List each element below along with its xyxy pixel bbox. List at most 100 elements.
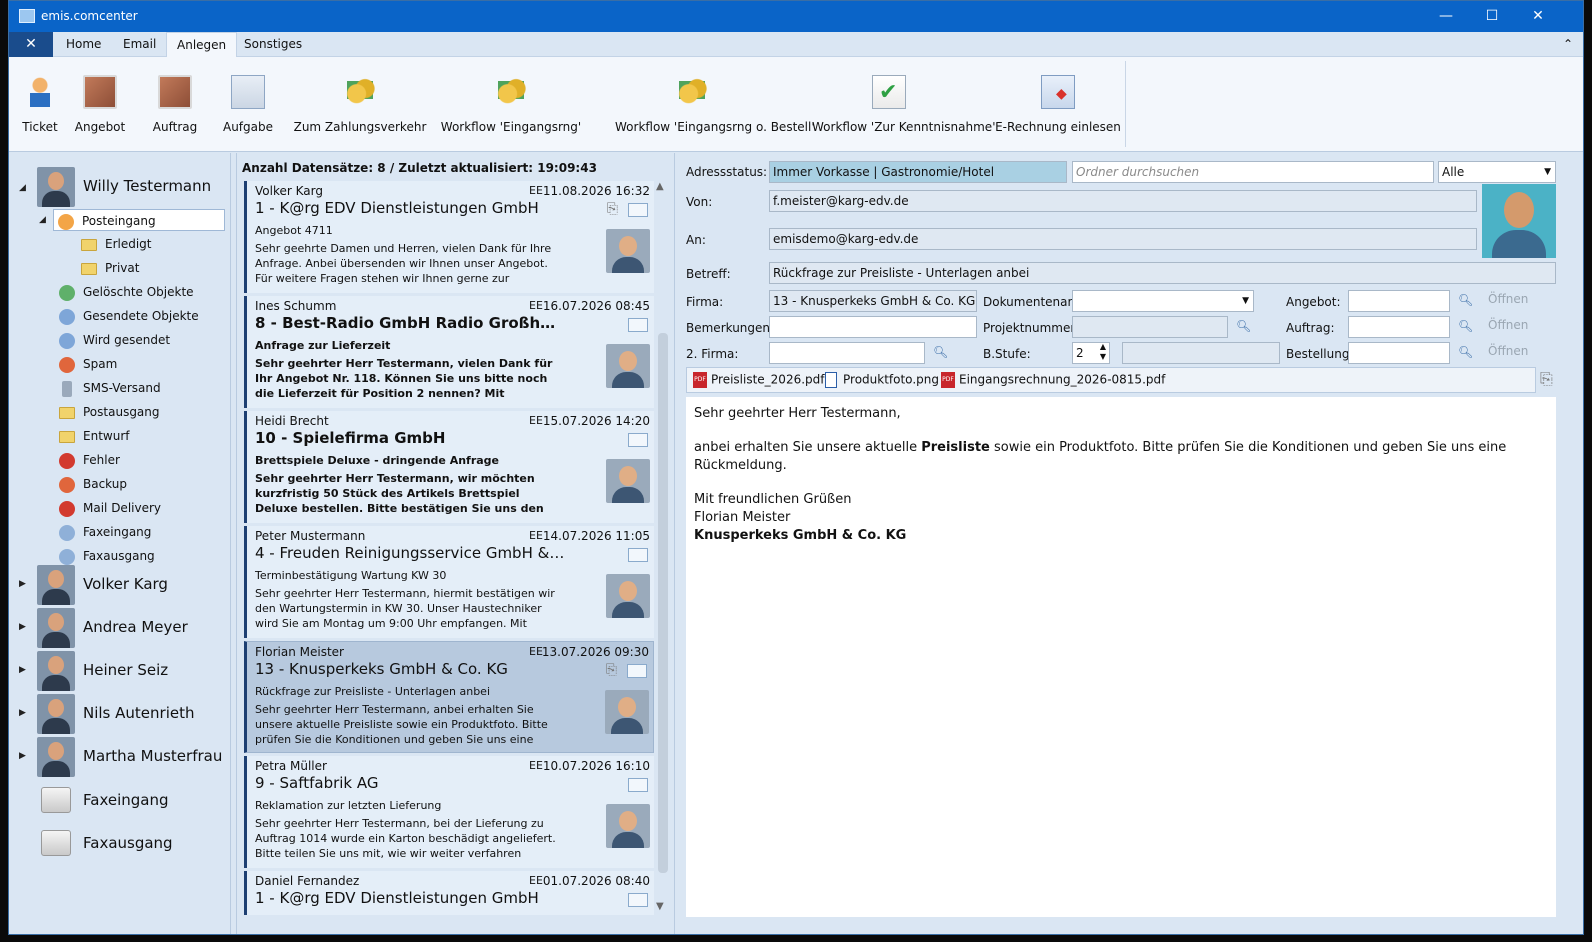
minimize-button[interactable]: — (1423, 1, 1469, 32)
filter-select[interactable]: Alle ▼ (1438, 161, 1556, 183)
search-icon[interactable]: 🔍︎ (1458, 345, 1473, 359)
sender-avatar (606, 459, 650, 503)
avatar (37, 608, 75, 648)
collapse-ribbon-icon[interactable]: ⌃ (1563, 37, 1573, 51)
tree-item-spam[interactable]: Spam (59, 353, 117, 375)
tree-item-wird-gesendet[interactable]: Wird gesendet (59, 329, 170, 351)
tree-item-backup[interactable]: Backup (59, 473, 127, 495)
tree-user-volker[interactable]: Volker Karg (37, 565, 227, 605)
scroll-up-icon[interactable]: ▲ (656, 181, 664, 192)
search-icon[interactable]: 🔍︎ (1458, 319, 1473, 333)
envelope-icon (628, 893, 648, 907)
avatar (37, 651, 75, 691)
search-icon[interactable]: 🔍︎ (933, 345, 948, 359)
folder-tree: ◢ Willy Testermann ◢ Posteingang Erledig… (9, 153, 230, 934)
search-icon[interactable]: 🔍︎ (1458, 293, 1473, 307)
mail-list-item[interactable]: Florian Meister EE 13.07.2026 09:30 13 - Kn… (244, 641, 654, 753)
title-bar: emis.comcenter — ☐ ✕ (9, 1, 1583, 32)
tree-item-entwurf[interactable]: Entwurf (59, 425, 129, 447)
tab-anlegen[interactable]: Anlegen (166, 32, 238, 57)
task-button[interactable]: Aufgabe (223, 75, 273, 135)
tree-item-fehler[interactable]: Fehler (59, 449, 120, 471)
expand-icon[interactable]: ▶ (19, 665, 26, 675)
splitter-left[interactable] (230, 153, 237, 934)
bemerkungen-input[interactable] (769, 316, 977, 338)
tree-item-faxausgang[interactable]: Faxausgang (59, 545, 155, 567)
close-button[interactable]: ✕ (1515, 1, 1561, 32)
expand-icon[interactable]: ▶ (19, 622, 26, 632)
splitter-right[interactable] (674, 153, 682, 934)
tree-item-faxeingang[interactable]: Faxeingang (59, 521, 151, 543)
scrollbar-thumb[interactable] (658, 333, 668, 873)
mail-from: Heidi Brecht (255, 414, 329, 428)
tree-item-sms[interactable]: SMS-Versand (59, 377, 161, 399)
auftrag-open-button[interactable]: Öffnen (1488, 318, 1528, 332)
chevron-down-icon: ▼ (1242, 296, 1249, 306)
tree-user-martha[interactable]: Martha Musterfrau (37, 737, 227, 777)
sender-avatar (606, 804, 650, 848)
tree-item-posteingang[interactable]: Posteingang (53, 209, 225, 231)
mail-company: 1 - K@rg EDV Dienstleistungen GmbH (255, 889, 539, 907)
expand-icon[interactable]: ▶ (19, 751, 26, 761)
tree-item-geloeschte[interactable]: Gelöschte Objekte (59, 281, 194, 303)
mail-date: 16.07.2026 08:45 (542, 299, 650, 313)
tree-user-nils[interactable]: Nils Autenrieth (37, 694, 227, 734)
search-icon[interactable]: 🔍︎ (1236, 319, 1251, 333)
expand-icon[interactable]: ◢ (39, 215, 46, 225)
tree-user-heiner[interactable]: Heiner Seiz (37, 651, 227, 691)
projektnummer-field (1072, 316, 1228, 338)
bestellung-input[interactable] (1348, 342, 1450, 364)
workflow-kenntnisnahme-button[interactable]: Workflow 'Zur Kenntnisnahme' (812, 75, 996, 135)
dokumentenart-select[interactable]: ▼ (1072, 290, 1254, 312)
tree-user-willy[interactable]: Willy Testermann (37, 167, 227, 207)
tree-item-gesendete[interactable]: Gesendete Objekte (59, 305, 199, 327)
mail-list-item[interactable]: Ines Schumm EE 16.07.2026 08:45 8 - Best-Ra… (244, 296, 654, 408)
maximize-button[interactable]: ☐ (1469, 1, 1515, 32)
firma2-input[interactable] (769, 342, 925, 364)
folder-search-input[interactable]: Ordner durchsuchen (1072, 161, 1434, 183)
expand-icon[interactable]: ◢ (19, 183, 26, 193)
mail-from: Daniel Fernandez (255, 874, 360, 888)
auftrag-input[interactable] (1348, 316, 1450, 338)
paperclip-icon: ⎘ (606, 201, 618, 217)
angebot-input[interactable] (1348, 290, 1450, 312)
attachment-eingangsrechnung[interactable]: PDF Eingangsrechnung_2026-0815.pdf (941, 372, 1165, 388)
mail-list-item[interactable]: Petra Müller EE 10.07.2026 16:10 9 - Saftfa… (244, 756, 654, 868)
bestellung-open-button[interactable]: Öffnen (1488, 344, 1528, 358)
e-invoice-icon (1041, 75, 1075, 109)
tab-home[interactable]: Home (56, 32, 111, 57)
e-invoice-button[interactable]: E-Rechnung einlesen (995, 75, 1121, 135)
payment-button[interactable]: Zum Zahlungsverkehr (294, 75, 426, 135)
mail-company: 9 - Saftfabrik AG (255, 774, 379, 792)
mail-list-item[interactable]: Heidi Brecht EE 15.07.2026 14:20 10 - Spiel… (244, 411, 654, 523)
attachment-produktfoto[interactable]: Produktfoto.png (825, 372, 939, 388)
tree-user-andrea[interactable]: Andrea Meyer (37, 608, 227, 648)
menu-bar: ✕ Home Email Anlegen Sonstiges ⌃ (9, 32, 1583, 57)
fax-out-icon (59, 548, 75, 565)
mail-list-item[interactable]: Peter Mustermann EE 14.07.2026 11:05 4 - Fr… (244, 526, 654, 638)
angebot-open-button[interactable]: Öffnen (1488, 292, 1528, 306)
tab-email[interactable]: Email (113, 32, 166, 57)
tree-fax-out[interactable]: Faxausgang (37, 824, 227, 864)
mail-list-item[interactable]: Volker Karg EE 11.08.2026 16:32 1 - K@rg ED… (244, 181, 654, 293)
paperclip-icon[interactable]: ⎘ (1540, 369, 1553, 389)
tree-fax-in[interactable]: Faxeingang (37, 781, 227, 821)
tab-sonstiges[interactable]: Sonstiges (234, 32, 312, 57)
mail-company: 8 - Best-Radio GmbH Radio Großhandel (255, 314, 565, 332)
sending-icon (59, 332, 75, 349)
tree-item-erledigt[interactable]: Erledigt (81, 233, 152, 255)
scroll-down-icon[interactable]: ▼ (656, 901, 664, 912)
stepper-arrows-icon[interactable]: ▲ ▼ (1100, 343, 1106, 362)
workflow-eingangsrng-button[interactable]: Workflow 'Eingangsrng' (441, 75, 581, 135)
workflow-eingangsrng-bestell-button[interactable]: Workflow 'Eingangsrng o. Bestell' (615, 75, 815, 135)
tree-item-postausgang[interactable]: Postausgang (59, 401, 160, 423)
tree-item-mail-delivery[interactable]: Mail Delivery (59, 497, 161, 519)
bstufe-stepper[interactable]: 2 ▲ ▼ (1072, 342, 1110, 364)
tools-icon[interactable]: ✕ (9, 32, 53, 57)
attachment-preisliste[interactable]: PDF Preisliste_2026.pdf (693, 372, 824, 388)
mail-ee: EE (529, 184, 543, 197)
expand-icon[interactable]: ▶ (19, 579, 26, 589)
expand-icon[interactable]: ▶ (19, 708, 26, 718)
tree-item-privat[interactable]: Privat (81, 257, 139, 279)
mail-list-item[interactable]: Daniel Fernandez EE 01.07.2026 08:40 1 - K@… (244, 871, 654, 915)
